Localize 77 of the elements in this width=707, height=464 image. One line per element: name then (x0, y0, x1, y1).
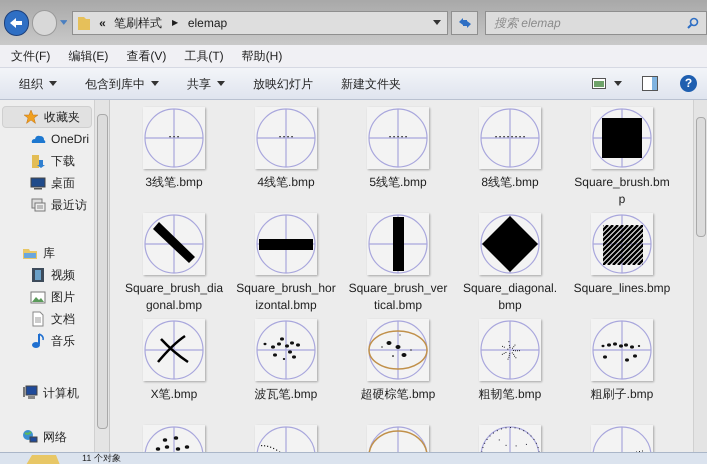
brush-preview-drawing[interactable] (479, 213, 541, 275)
file-name[interactable]: Square_brush_diagonal.bmp (124, 280, 224, 314)
sidebar-item[interactable]: 文档 (0, 308, 94, 330)
back-button[interactable] (4, 10, 29, 36)
scrollbar[interactable] (693, 100, 707, 452)
menu-item[interactable]: 工具(T) (176, 46, 232, 66)
toolbar-button[interactable]: 组织 (8, 72, 68, 96)
file-name[interactable]: 粗韧笔.bmp (460, 386, 560, 403)
file-name[interactable]: 8线笔.bmp (460, 174, 560, 191)
file-name[interactable]: Square_diagonal.bmp (460, 280, 560, 314)
toolbar-button[interactable]: 共享 (176, 72, 236, 96)
brush-preview-drawing[interactable] (591, 319, 653, 381)
scrollbar[interactable] (94, 100, 109, 452)
sidebar-item[interactable]: 最近访 (0, 194, 94, 216)
help-button[interactable]: ? (680, 75, 697, 92)
file-name[interactable]: Square_lines.bmp (572, 280, 672, 297)
brush-preview-drawing[interactable] (255, 213, 317, 275)
item-count: 11 个对象 (82, 453, 121, 463)
sidebar-item[interactable]: 视频 (0, 264, 94, 286)
file-name[interactable]: 超硬棕笔.bmp (348, 386, 448, 403)
breadcrumb-item[interactable]: elemap (188, 14, 228, 32)
sidebar-item[interactable]: 计算机 (2, 382, 92, 404)
overflow-chevron[interactable]: « (99, 14, 106, 32)
folder-icon (77, 14, 92, 30)
brush-preview-drawing[interactable] (367, 213, 429, 275)
computer-icon (22, 385, 38, 401)
brush-preview-drawing[interactable] (143, 319, 205, 381)
sidebar-item[interactable]: 桌面 (0, 172, 94, 194)
file-name[interactable]: Square_brush_vertical.bmp (348, 280, 448, 314)
history-dropdown-icon[interactable] (60, 20, 68, 26)
brush-preview-drawing[interactable] (143, 213, 205, 275)
film-icon (30, 267, 46, 283)
search-field[interactable]: 搜索 elemap (484, 10, 707, 34)
folder-download-icon (30, 153, 46, 169)
preview-pane-icon[interactable] (642, 76, 658, 91)
dropdown-icon[interactable] (433, 20, 442, 25)
file-name[interactable]: 3线笔.bmp (124, 174, 224, 191)
music-note-icon (30, 333, 46, 349)
sidebar-item[interactable]: OneDri (0, 128, 94, 150)
file-name[interactable]: 5线笔.bmp (348, 174, 448, 191)
star-icon (23, 109, 39, 125)
sidebar-item[interactable]: 网络 (2, 426, 92, 448)
sidebar-item[interactable]: 收藏夹 (2, 106, 92, 128)
globe-network-icon (22, 429, 38, 445)
menu-item[interactable]: 编辑(E) (60, 46, 116, 66)
picture-icon (30, 289, 46, 305)
menu-item[interactable]: 查看(V) (118, 46, 174, 66)
toolbar-button[interactable]: 放映幻灯片 (242, 72, 324, 96)
menu-item[interactable]: 帮助(H) (234, 46, 290, 66)
sidebar-item[interactable]: 库 (2, 242, 92, 264)
breadcrumb-item[interactable]: 笔刷样式 (114, 14, 162, 32)
sidebar-item[interactable]: 下载 (0, 150, 94, 172)
file-name[interactable]: Square_brush.bmp (572, 174, 672, 208)
sidebar-item[interactable]: 音乐 (0, 330, 94, 352)
file-name[interactable]: Square_brush_horizontal.bmp (236, 280, 336, 314)
file-name[interactable]: X笔.bmp (124, 386, 224, 403)
left-arrow-icon (9, 16, 24, 28)
refresh-icon (458, 16, 472, 28)
picture-icon (592, 78, 606, 89)
menu-item[interactable]: 文件(F) (3, 46, 58, 66)
monitor-icon (30, 175, 46, 191)
brush-preview-drawing[interactable] (591, 107, 653, 169)
address-bar[interactable]: « 笔刷样式 ▶ elemap (72, 10, 448, 34)
toolbar-button[interactable]: 新建文件夹 (330, 72, 412, 96)
recent-places-icon (30, 197, 46, 213)
refresh-button[interactable] (451, 10, 478, 34)
sidebar-item[interactable]: 图片 (0, 286, 94, 308)
file-name[interactable]: 粗刷子.bmp (572, 386, 672, 403)
file-name[interactable]: 波瓦笔.bmp (236, 386, 336, 403)
breadcrumb-separator[interactable]: ▶ (172, 16, 178, 28)
caret-icon (614, 81, 622, 86)
brush-preview-drawing[interactable] (255, 319, 317, 381)
brush-preview-drawing[interactable] (591, 213, 653, 275)
file-name[interactable]: 4线笔.bmp (236, 174, 336, 191)
document-icon (30, 311, 46, 327)
search-icon[interactable] (687, 16, 699, 28)
toolbar-button[interactable]: 包含到库中 (74, 72, 170, 96)
